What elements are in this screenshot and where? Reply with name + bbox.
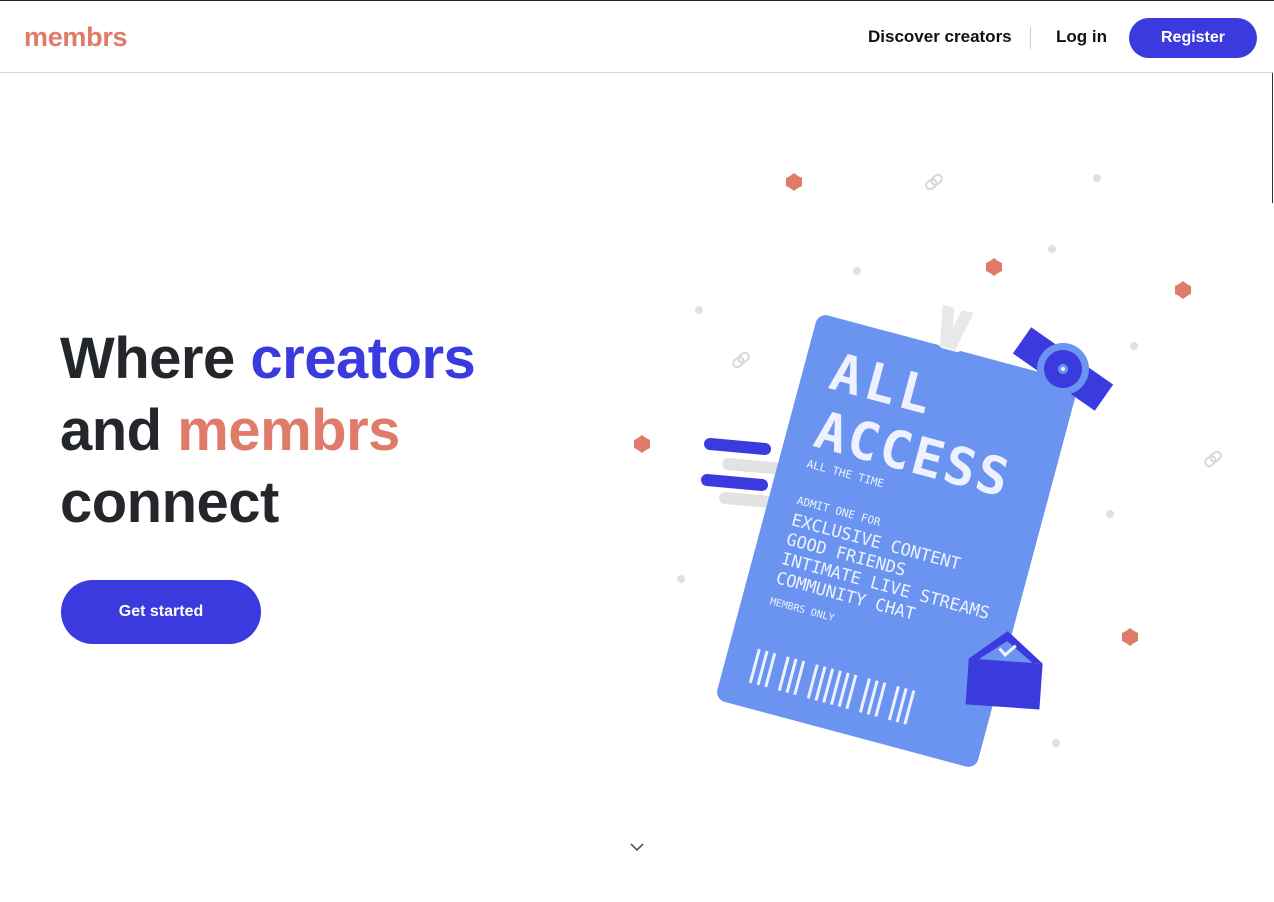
brand-logo[interactable]: membrs (24, 21, 128, 53)
get-started-button[interactable]: Get started (61, 580, 261, 644)
nav-discover-creators[interactable]: Discover creators (868, 27, 1012, 47)
hero-title-part3: connect (60, 470, 279, 535)
scrollbar[interactable] (1272, 73, 1273, 203)
nav-log-in[interactable]: Log in (1056, 27, 1107, 47)
chevron-down-icon[interactable] (626, 837, 648, 859)
nav-divider (1030, 27, 1031, 49)
hero-title: Where creators and membrs connect (60, 323, 580, 539)
hero-title-highlight-creators: creators (250, 326, 476, 391)
landing-page: membrs Discover creators Log in Register… (0, 0, 1274, 902)
hero-title-part1: Where (60, 326, 251, 391)
all-access-illustration: ALL ACCESS ALL THE TIME ADMIT ONE FOR EX… (634, 173, 1222, 767)
hero-title-part2: and (60, 398, 178, 463)
register-button[interactable]: Register (1129, 18, 1257, 58)
site-header: membrs Discover creators Log in Register (0, 1, 1274, 73)
hero-title-highlight-membrs: membrs (177, 398, 400, 463)
